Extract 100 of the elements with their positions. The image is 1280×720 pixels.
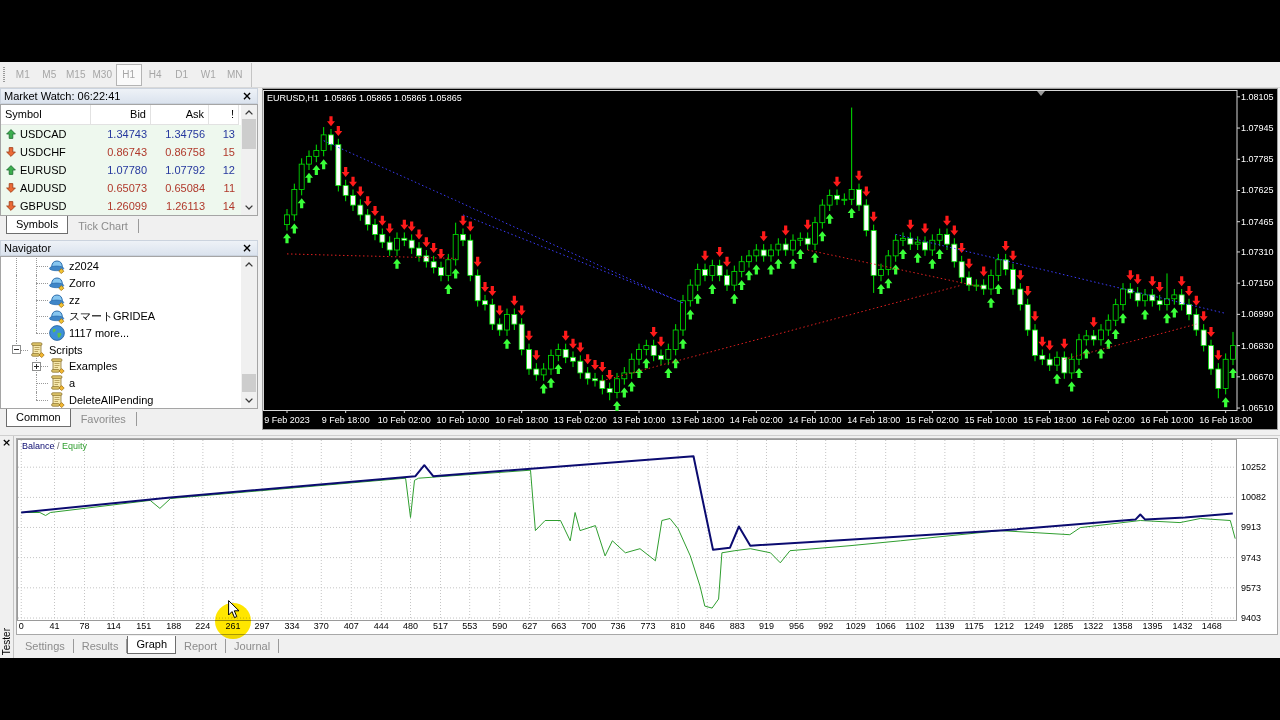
- axis-label: 297: [254, 621, 270, 631]
- axis-label: 114: [106, 621, 121, 631]
- axis-label: 627: [522, 621, 538, 631]
- axis-label: 1395: [1142, 621, 1163, 631]
- axis-label: 9 Feb 2023: [264, 415, 310, 425]
- axis-label: 261: [225, 621, 241, 631]
- axis-label: 78: [79, 621, 90, 631]
- axis-label: 224: [195, 621, 211, 631]
- axis-label: 1.07150: [1241, 278, 1274, 289]
- axis-label: 9403: [1241, 613, 1262, 624]
- spread-value: 14: [221, 200, 236, 212]
- axis-label: 9573: [1241, 582, 1262, 593]
- axis-label: 1.07465: [1241, 216, 1274, 227]
- axis-label: 1322: [1083, 621, 1104, 631]
- axis-label: 334: [284, 621, 300, 631]
- axis-label: 10 Feb 10:00: [436, 415, 490, 425]
- axis-label: 41: [49, 621, 60, 631]
- axis-label: 700: [581, 621, 597, 631]
- bid-price: 1.34743: [106, 128, 148, 140]
- axis-label: 10252: [1241, 462, 1267, 473]
- axis-label: 992: [818, 621, 834, 631]
- spread-value: 12: [221, 164, 236, 176]
- axis-label: 956: [788, 621, 804, 631]
- axis-label: 14 Feb 10:00: [788, 415, 842, 425]
- axis-label: 1212: [994, 621, 1015, 631]
- axis-label: 13 Feb 18:00: [671, 415, 725, 425]
- axis-label: 15 Feb 10:00: [964, 415, 1018, 425]
- spread-value: 15: [221, 146, 236, 158]
- panel-title: Market Watch: 06:22:41: [4, 90, 121, 102]
- axis-label: 1066: [875, 621, 896, 631]
- axis-label: 1.07785: [1241, 154, 1274, 165]
- axis-label: 883: [729, 621, 745, 631]
- axis-label: 407: [343, 621, 359, 631]
- axis-label: 1.08105: [1241, 91, 1274, 102]
- axis-label: 1468: [1201, 621, 1222, 631]
- axis-label: 10 Feb 02:00: [377, 415, 431, 425]
- axis-label: 14 Feb 18:00: [847, 415, 901, 425]
- axis-label: 15 Feb 02:00: [905, 415, 959, 425]
- panel-title: Tester: [0, 627, 13, 655]
- axis-label: 15 Feb 18:00: [1023, 415, 1077, 425]
- axis-label: 1029: [845, 621, 866, 631]
- axis-label: 13 Feb 10:00: [612, 415, 666, 425]
- axis-label: 736: [610, 621, 626, 631]
- axis-label: 188: [166, 621, 182, 631]
- spread-value: 11: [222, 182, 236, 194]
- axis-label: 13 Feb 02:00: [553, 415, 607, 425]
- chart-legend: Balance / Equity: [22, 441, 88, 451]
- axis-label: 1.06830: [1241, 340, 1274, 351]
- axis-label: 1139: [935, 621, 955, 631]
- axis-label: 151: [136, 621, 152, 631]
- axis-label: 553: [462, 621, 478, 631]
- axis-label: 10 Feb 18:00: [495, 415, 549, 425]
- axis-label: 14 Feb 02:00: [729, 415, 783, 425]
- ask-price: 0.65084: [164, 182, 206, 194]
- axis-label: 16 Feb 18:00: [1199, 415, 1253, 425]
- axis-label: 810: [670, 621, 686, 631]
- bid-price: 1.07780: [106, 164, 148, 176]
- ask-price: 1.07792: [164, 164, 206, 176]
- axis-label: 9913: [1241, 522, 1262, 533]
- symbol-name: EURUSD: [20, 164, 67, 176]
- axis-label: 846: [699, 621, 715, 631]
- symbol-name: USDCHF: [20, 146, 66, 158]
- axis-label: 1.07310: [1241, 246, 1274, 257]
- axis-label: 1285: [1053, 621, 1074, 631]
- axis-label: 1102: [905, 621, 925, 631]
- panel-title: Navigator: [4, 242, 52, 254]
- bid-price: 1.26099: [106, 200, 148, 212]
- spread-value: 13: [221, 128, 236, 140]
- bid-price: 0.65073: [106, 182, 148, 194]
- axis-label: 919: [758, 621, 774, 631]
- axis-label: 10082: [1241, 492, 1267, 503]
- axis-label: 517: [432, 621, 448, 631]
- axis-label: 1.06510: [1241, 403, 1274, 414]
- axis-label: 0: [18, 621, 24, 631]
- axis-label: 1432: [1172, 621, 1193, 631]
- axis-label: 1358: [1112, 621, 1133, 631]
- axis-label: 1.07625: [1241, 185, 1274, 196]
- axis-label: 1.06990: [1241, 309, 1274, 320]
- axis-label: 590: [492, 621, 508, 631]
- symbol-name: AUDUSD: [20, 182, 67, 194]
- ask-price: 1.26113: [165, 200, 206, 212]
- axis-label: 1.06670: [1241, 371, 1274, 382]
- symbol-name: GBPUSD: [20, 200, 67, 212]
- axis-label: 16 Feb 02:00: [1081, 415, 1135, 425]
- axis-label: 9 Feb 18:00: [321, 415, 370, 425]
- ask-price: 0.86758: [164, 146, 206, 158]
- axis-label: 1249: [1024, 621, 1045, 631]
- axis-label: 663: [551, 621, 567, 631]
- axis-label: 773: [640, 621, 656, 631]
- axis-label: 480: [402, 621, 418, 631]
- axis-label: 16 Feb 10:00: [1140, 415, 1194, 425]
- chart-title: EURUSD,H1 1.05865 1.05865 1.05865 1.05865: [267, 93, 462, 103]
- symbol-name: USDCAD: [20, 128, 67, 140]
- axis-label: 9743: [1241, 552, 1262, 563]
- axis-label: 1175: [964, 621, 984, 631]
- axis-label: 1.07945: [1241, 123, 1274, 134]
- axis-label: 444: [373, 621, 389, 631]
- bid-price: 0.86743: [106, 146, 148, 158]
- ask-price: 1.34756: [164, 128, 206, 140]
- axis-label: 370: [313, 621, 329, 631]
